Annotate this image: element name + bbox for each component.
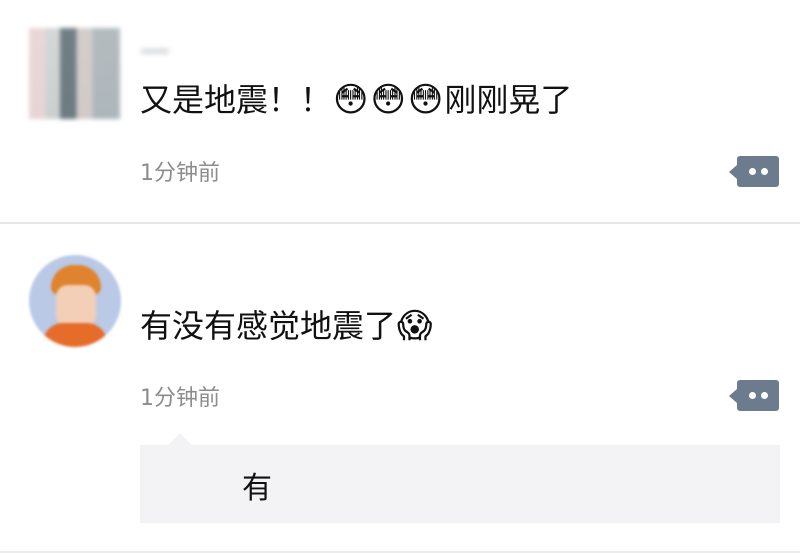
flushed-face-emoji-icon: 😳 [407, 80, 444, 120]
comment-text: 有没有感觉地震了 [140, 307, 397, 345]
avatar[interactable] [29, 255, 121, 347]
comment-more-icon [729, 165, 737, 179]
comment-message: 又是地震！！ 😳 😳 😳 刚刚晃了 [140, 80, 572, 120]
comment-more-button[interactable] [729, 380, 779, 411]
comment-message: 有没有感觉地震了 😱 [140, 306, 433, 346]
comment-text-tail: 刚刚晃了 [444, 81, 573, 119]
screaming-face-emoji-icon: 😱 [397, 306, 433, 346]
reply-box[interactable]: 有 [140, 433, 780, 523]
flushed-face-emoji-icon: 😳 [333, 80, 369, 120]
comment-username[interactable]: 一 [140, 28, 171, 72]
comment-more-button[interactable] [729, 156, 779, 187]
comment-item: 一 又是地震！！ 😳 😳 😳 刚刚晃了 1分钟前 [0, 0, 800, 222]
comment-more-icon [729, 389, 737, 403]
reply-text: 有 [242, 471, 272, 506]
flushed-face-emoji-icon: 😳 [370, 80, 406, 120]
comment-item: 有没有感觉地震了 😱 1分钟前 有 [0, 224, 800, 553]
comment-text: 又是地震！！ [140, 81, 333, 119]
comment-timestamp: 1分钟前 [140, 386, 220, 411]
avatar[interactable] [29, 28, 120, 119]
comment-timestamp: 1分钟前 [140, 161, 220, 186]
